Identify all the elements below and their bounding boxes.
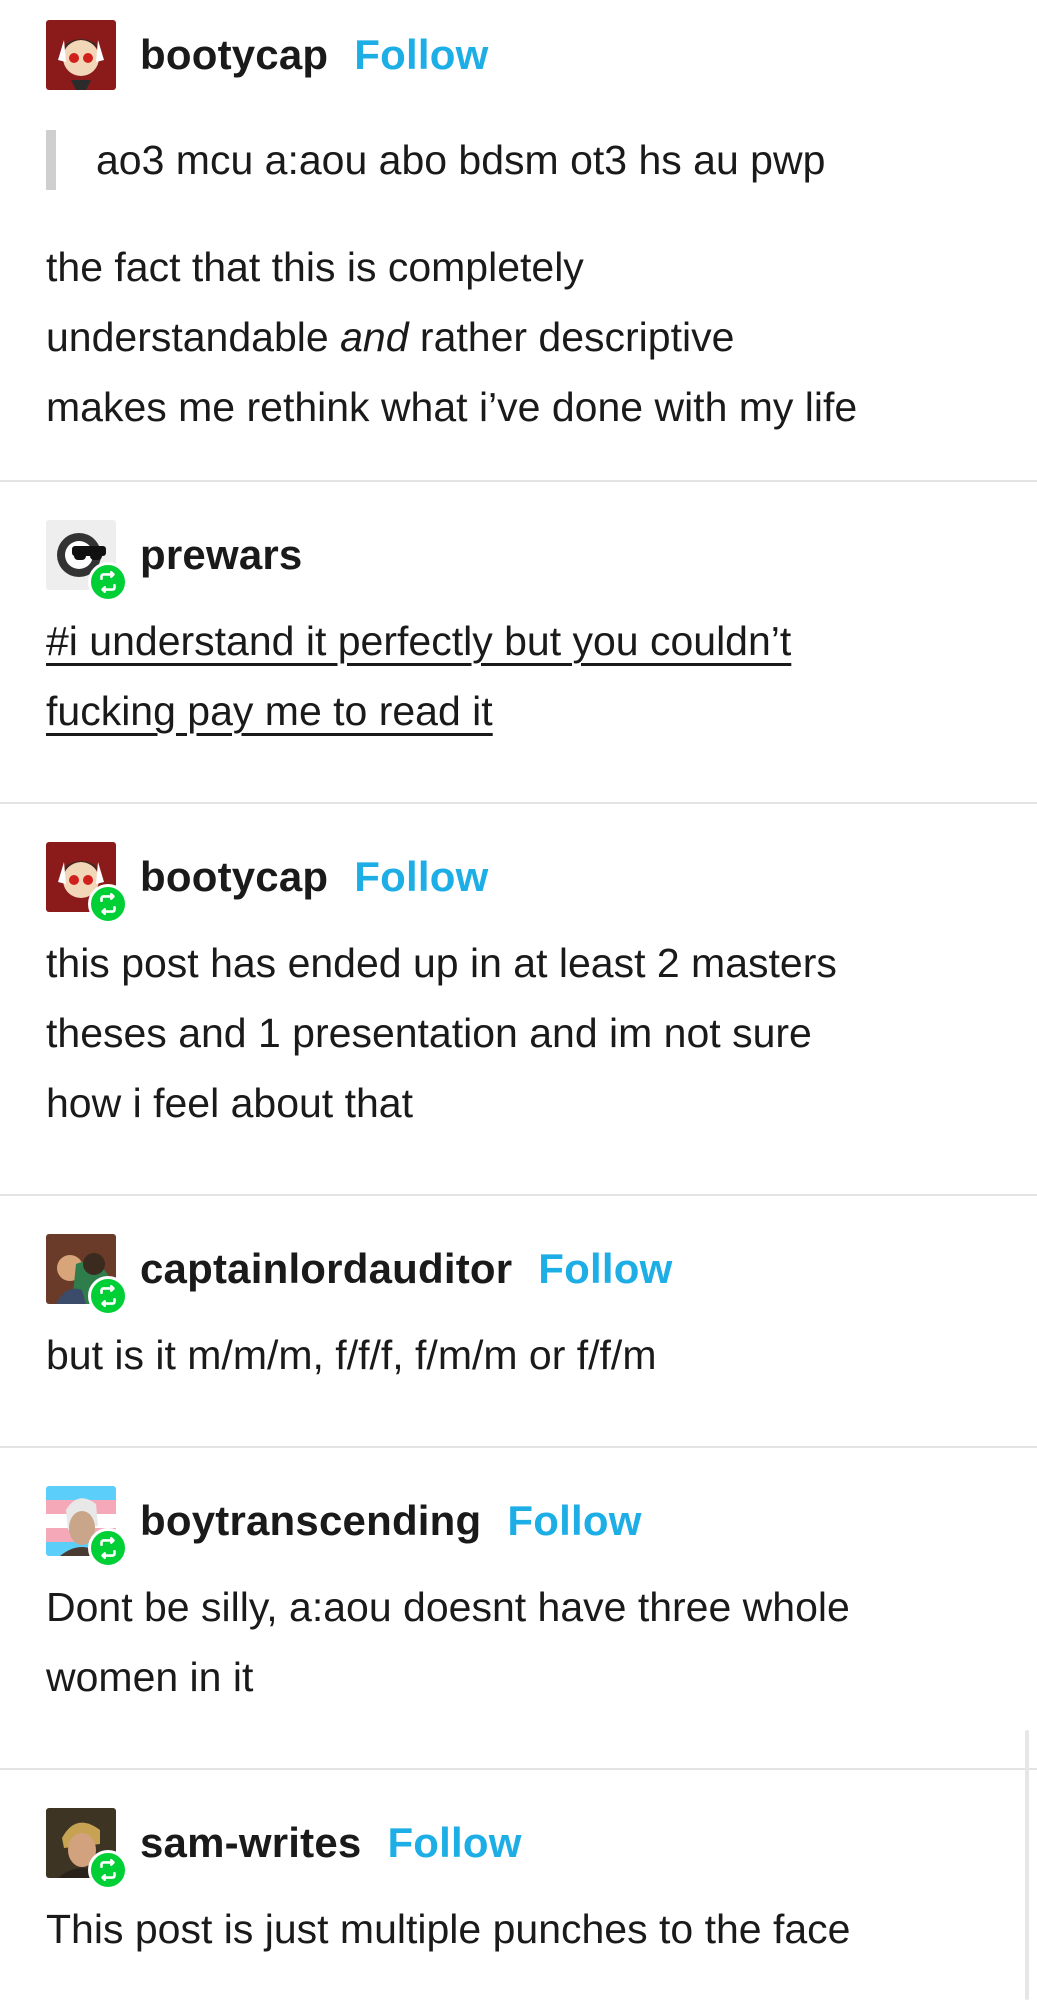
reblog-icon [100,570,116,594]
follow-button[interactable]: Follow [354,31,488,79]
follow-button[interactable]: Follow [507,1497,641,1545]
post-header: bootycap Follow [46,842,488,924]
post-body-line: This post is just multiple punches to th… [46,1906,851,1952]
reblog-icon [100,1536,116,1560]
avatar-image [46,20,116,90]
quoted-text: ao3 mcu a:aou abo bdsm ot3 hs au pwp [46,130,825,190]
follow-button[interactable]: Follow [354,853,488,901]
avatar[interactable] [46,842,128,924]
post-body: this post has ended up in at least 2 mas… [46,928,996,1138]
post-body-text: understandable [46,314,329,360]
tag-line: #i understand it perfectly but you could… [46,606,996,676]
post-reblog: sam-writes Follow This post is just mult… [0,1770,1037,2000]
reblog-badge [88,884,128,924]
post-tag[interactable]: #i understand it perfectly but you could… [46,618,791,664]
tag-line: fucking pay me to read it [46,676,996,746]
post-body-line: makes me rethink what i’ve done with my … [46,384,858,430]
post-header: captainlordauditor Follow [46,1234,672,1316]
post-body-text: rather descriptive [419,314,735,360]
reblog-badge [88,1276,128,1316]
reblog-badge [88,1850,128,1890]
post-reblog: bootycap Follow this post has ended up i… [0,804,1037,1196]
username[interactable]: bootycap [140,31,328,79]
post-original: bootycap Follow ao3 mcu a:aou abo bdsm o… [0,0,1037,482]
post-body: but is it m/m/m, f/f/f, f/m/m or f/f/m [46,1320,996,1390]
avatar[interactable] [46,1808,128,1890]
username[interactable]: bootycap [140,853,328,901]
reblog-thread: bootycap Follow ao3 mcu a:aou abo bdsm o… [0,0,1037,2000]
post-body-line: theses and 1 presentation and im not sur… [46,1010,812,1056]
reblog-icon [100,892,116,916]
username[interactable]: sam-writes [140,1819,361,1867]
post-header: prewars [46,520,303,602]
post-body: Dont be silly, a:aou doesnt have three w… [46,1572,996,1712]
post-reblog: boytranscending Follow Dont be silly, a:… [0,1448,1037,1770]
post-header: sam-writes Follow [46,1808,522,1890]
scrollbar[interactable] [1025,1730,1029,2000]
post-body: the fact that this is completely underst… [46,232,996,442]
emphasized-text: and [340,314,409,360]
avatar[interactable] [46,1234,128,1316]
post-body-line: how i feel about that [46,1080,413,1126]
post-reblog: captainlordauditor Follow but is it m/m/… [0,1196,1037,1448]
post-body-line: but is it m/m/m, f/f/f, f/m/m or f/f/m [46,1332,657,1378]
reblog-badge [88,562,128,602]
avatar[interactable] [46,520,128,602]
post-body-line: women in it [46,1654,254,1700]
reblog-badge [88,1528,128,1568]
post-header: bootycap Follow [46,20,488,90]
reblog-icon [100,1284,116,1308]
post-body-line: this post has ended up in at least 2 mas… [46,940,837,986]
post-body-line: Dont be silly, a:aou doesnt have three w… [46,1584,850,1630]
follow-button[interactable]: Follow [387,1819,521,1867]
follow-button[interactable]: Follow [538,1245,672,1293]
avatar[interactable] [46,20,116,90]
username[interactable]: captainlordauditor [140,1245,512,1293]
post-body: This post is just multiple punches to th… [46,1894,996,1964]
post-header: boytranscending Follow [46,1486,642,1568]
username[interactable]: prewars [140,531,303,579]
post-body: #i understand it perfectly but you could… [46,606,996,746]
post-body-line: the fact that this is completely [46,244,584,290]
username[interactable]: boytranscending [140,1497,481,1545]
post-reblog: prewars #i understand it perfectly but y… [0,482,1037,804]
post-tag[interactable]: fucking pay me to read it [46,688,493,734]
avatar[interactable] [46,1486,128,1568]
post-body-line: understandable and rather descriptive [46,302,996,372]
reblog-icon [100,1858,116,1882]
